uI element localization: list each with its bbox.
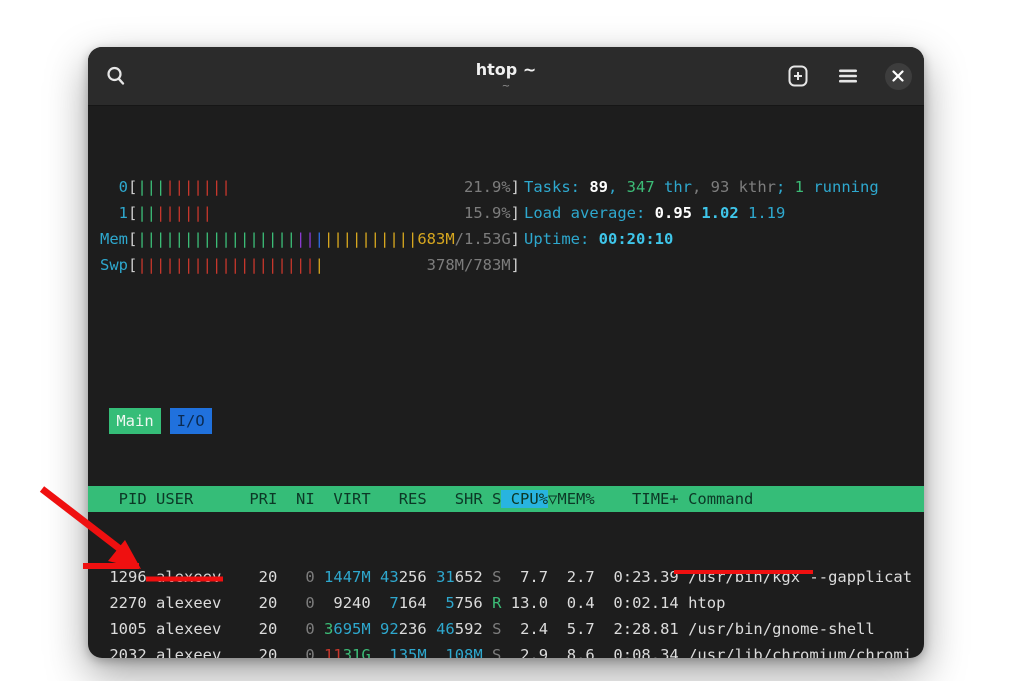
- window-subtitle: ~: [502, 81, 510, 92]
- menu-button[interactable]: [834, 62, 862, 90]
- meter-0: 0[|||||||||| 21.9%]: [100, 174, 520, 200]
- tab-io[interactable]: I/O: [170, 408, 212, 434]
- terminal-window: htop ~ ~: [88, 47, 924, 658]
- process-row[interactable]: 1296 alexeev 20 0 1447M 43256 31652 S 7.…: [88, 564, 924, 590]
- tab-main[interactable]: Main: [109, 408, 160, 434]
- search-icon[interactable]: [102, 62, 130, 90]
- uptime-line: Uptime: 00:20:10: [524, 226, 879, 252]
- close-button[interactable]: [884, 62, 912, 90]
- blank-line: [100, 330, 912, 356]
- load-average-line: Load average: 0.95 1.02 1.19: [524, 200, 879, 226]
- process-table: 1296 alexeev 20 0 1447M 43256 31652 S 7.…: [100, 564, 912, 658]
- system-info: Tasks: 89, 347 thr, 93 kthr; 1 runningLo…: [524, 174, 879, 278]
- new-tab-button[interactable]: [784, 62, 812, 90]
- tasks-line: Tasks: 89, 347 thr, 93 kthr; 1 running: [524, 174, 879, 200]
- meter-1: 1[|||||||| 15.9%]: [100, 200, 520, 226]
- titlebar: htop ~ ~: [88, 47, 924, 106]
- process-table-header[interactable]: PID USER PRI NI VIRT RES SHR S CPU%▽MEM%…: [88, 486, 924, 512]
- screen-tabs: Main I/O: [100, 408, 912, 434]
- close-icon: [885, 63, 912, 90]
- process-row[interactable]: 1005 alexeev 20 0 3695M 92236 46592 S 2.…: [88, 616, 924, 642]
- meter-swp: Swp[|||||||||||||||||||| 378M/783M]: [100, 252, 520, 278]
- system-meters: 0[|||||||||| 21.9%] 1[|||||||| 15.9%]Mem…: [100, 174, 520, 278]
- htop-screen: 0[|||||||||| 21.9%] 1[|||||||| 15.9%]Mem…: [88, 106, 924, 658]
- process-row[interactable]: 2270 alexeev 20 0 9240 7164 5756 R 13.0 …: [88, 590, 924, 616]
- process-row[interactable]: 2032 alexeev 20 0 1131G 135M 108M S 2.9 …: [88, 642, 924, 658]
- meter-mem: Mem[||||||||||||||||||||||||||||||683M/1…: [100, 226, 520, 252]
- window-title: htop ~: [476, 61, 536, 79]
